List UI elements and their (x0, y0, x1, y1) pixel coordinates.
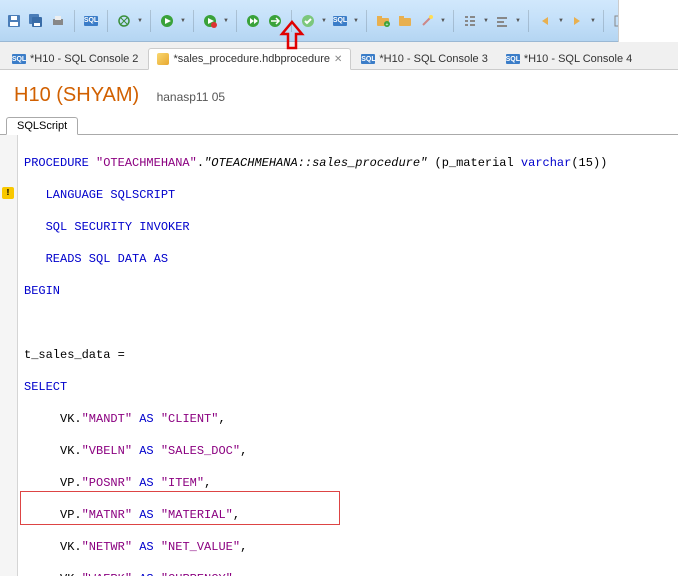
chevron-down-icon[interactable]: ▼ (136, 11, 144, 31)
step-forward-icon[interactable] (243, 11, 263, 31)
tab-sales-procedure[interactable]: *sales_procedure.hdbprocedure ✕ (148, 48, 351, 70)
tab-label: *H10 - SQL Console 4 (524, 53, 632, 65)
separator (291, 10, 292, 32)
back-arrow-icon[interactable] (535, 11, 555, 31)
main-toolbar: SQL ▼ ▼ ▼ ▼ SQL ▼ + ▼ ▼ ▼ ▼ ▼ ▼ (0, 0, 678, 42)
tab-sql-console-3[interactable]: SQL *H10 - SQL Console 3 (353, 49, 495, 69)
save-icon[interactable] (4, 11, 24, 31)
toolbar-right-panel (618, 0, 678, 42)
chevron-down-icon[interactable]: ▼ (557, 11, 565, 31)
chevron-down-icon[interactable]: ▼ (320, 11, 328, 31)
debug-icon[interactable] (200, 11, 220, 31)
forward-arrow-icon[interactable] (567, 11, 587, 31)
connection-title: H10 (SHYAM) (14, 84, 139, 106)
separator (528, 10, 529, 32)
print-icon[interactable] (48, 11, 68, 31)
chevron-down-icon[interactable]: ▼ (222, 11, 230, 31)
build-icon[interactable] (114, 11, 134, 31)
run-icon[interactable] (157, 11, 177, 31)
chevron-down-icon[interactable]: ▼ (589, 11, 597, 31)
chevron-down-icon[interactable]: ▼ (352, 11, 360, 31)
separator (236, 10, 237, 32)
outline-icon[interactable] (460, 11, 480, 31)
close-icon[interactable]: ✕ (334, 54, 342, 65)
connection-subtitle: hanasp11 05 (157, 90, 226, 104)
separator (453, 10, 454, 32)
sql-icon[interactable]: SQL (81, 11, 101, 31)
save-all-icon[interactable] (26, 11, 46, 31)
sql-tab-icon: SQL (506, 54, 520, 64)
separator (107, 10, 108, 32)
sql-button-icon[interactable]: SQL (330, 11, 350, 31)
chevron-down-icon[interactable]: ▼ (439, 11, 447, 31)
editor-header: H10 (SHYAM) hanasp11 05 (0, 70, 678, 113)
separator (150, 10, 151, 32)
separator (603, 10, 604, 32)
tab-sql-console-4[interactable]: SQL *H10 - SQL Console 4 (498, 49, 640, 69)
chevron-down-icon[interactable]: ▼ (482, 11, 490, 31)
procedure-tab-icon (157, 53, 169, 65)
tab-sql-console-2[interactable]: SQL *H10 - SQL Console 2 (4, 49, 146, 69)
sql-tab-icon: SQL (12, 54, 26, 64)
format-icon[interactable] (492, 11, 512, 31)
editor-tab-bar: SQL *H10 - SQL Console 2 *sales_procedur… (0, 42, 678, 70)
separator (74, 10, 75, 32)
chevron-down-icon[interactable]: ▼ (514, 11, 522, 31)
wand-icon[interactable] (417, 11, 437, 31)
sql-tab-icon: SQL (361, 54, 375, 64)
chevron-down-icon[interactable]: ▼ (179, 11, 187, 31)
svg-text:+: + (386, 22, 389, 28)
execute-icon[interactable] (265, 11, 285, 31)
editor-gutter: ! (0, 135, 18, 576)
separator (366, 10, 367, 32)
code-editor[interactable]: ! PROCEDURE "OTEACHMEHANA"."OTEACHMEHANA… (0, 135, 678, 576)
separator (193, 10, 194, 32)
code-content[interactable]: PROCEDURE "OTEACHMEHANA"."OTEACHMEHANA::… (18, 135, 678, 576)
check-icon[interactable] (298, 11, 318, 31)
tab-label: *sales_procedure.hdbprocedure (173, 53, 330, 65)
sqlscript-tab[interactable]: SQLScript (6, 117, 78, 135)
tab-label: *H10 - SQL Console 2 (30, 53, 138, 65)
warning-icon: ! (2, 187, 14, 199)
open-folder-icon[interactable] (395, 11, 415, 31)
inner-tab-bar: SQLScript (0, 113, 678, 135)
tab-label: *H10 - SQL Console 3 (379, 53, 487, 65)
new-folder-icon[interactable]: + (373, 11, 393, 31)
